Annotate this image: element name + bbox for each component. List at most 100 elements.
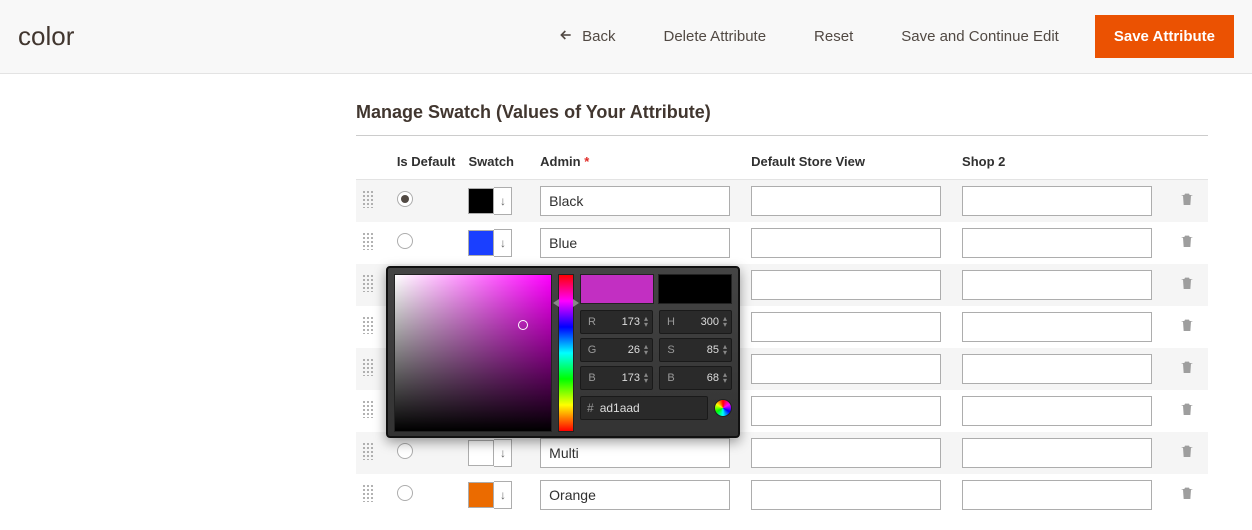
default-store-view-input[interactable] (751, 396, 941, 426)
drag-handle-icon[interactable] (362, 484, 374, 502)
save-continue-button[interactable]: Save and Continue Edit (889, 20, 1071, 53)
swatch-dropdown-toggle[interactable]: ↓ (494, 439, 512, 467)
swatch-dropdown-toggle[interactable]: ↓ (494, 187, 512, 215)
trash-icon[interactable] (1179, 401, 1195, 417)
spinner-icon[interactable]: ▴▾ (644, 344, 648, 356)
drag-handle-icon[interactable] (362, 232, 374, 250)
shop2-input[interactable] (962, 438, 1152, 468)
spinner-icon[interactable]: ▴▾ (723, 372, 727, 384)
shop2-input[interactable] (962, 354, 1152, 384)
is-default-radio[interactable] (397, 233, 413, 249)
drag-handle-icon[interactable] (362, 400, 374, 418)
trash-icon[interactable] (1179, 275, 1195, 291)
shop2-input[interactable] (962, 480, 1152, 510)
color-wheel-icon[interactable] (714, 399, 732, 417)
color-s-value: 85 (682, 344, 719, 356)
hue-arrow-right-icon (573, 299, 579, 307)
back-button[interactable]: Back (546, 19, 627, 55)
swatch-color[interactable] (468, 188, 494, 214)
trash-icon[interactable] (1179, 317, 1195, 333)
color-h-value: 300 (682, 316, 719, 328)
table-row: ↓ (356, 222, 1208, 264)
table-row: ↓ (356, 180, 1208, 223)
color-hex-value: ad1aad (600, 401, 701, 415)
shop2-input[interactable] (962, 186, 1152, 216)
default-store-view-input[interactable] (751, 312, 941, 342)
shop2-input[interactable] (962, 228, 1152, 258)
color-b-field[interactable]: B173▴▾ (580, 366, 653, 390)
default-store-view-input[interactable] (751, 480, 941, 510)
swatch-color[interactable] (468, 230, 494, 256)
trash-icon[interactable] (1179, 191, 1195, 207)
color-g-value: 26 (603, 344, 640, 356)
drag-handle-icon[interactable] (362, 358, 374, 376)
color-r-value: 173 (603, 316, 640, 328)
delete-attribute-button[interactable]: Delete Attribute (651, 20, 778, 53)
default-store-view-input[interactable] (751, 438, 941, 468)
color-g-field[interactable]: G26▴▾ (580, 338, 653, 362)
drag-handle-icon[interactable] (362, 274, 374, 292)
admin-input[interactable] (540, 480, 730, 510)
required-mark: * (584, 154, 589, 169)
col-swatch: Swatch (462, 136, 534, 180)
arrow-down-icon: ↓ (500, 236, 506, 250)
trash-icon[interactable] (1179, 485, 1195, 501)
save-attribute-label: Save Attribute (1114, 28, 1215, 45)
is-default-radio[interactable] (397, 191, 413, 207)
admin-input[interactable] (540, 186, 730, 216)
is-default-radio[interactable] (397, 485, 413, 501)
delete-attribute-label: Delete Attribute (663, 28, 766, 45)
color-b-value: 173 (603, 372, 640, 384)
default-store-view-input[interactable] (751, 270, 941, 300)
shop2-input[interactable] (962, 312, 1152, 342)
color-br-value: 68 (682, 372, 719, 384)
color-picker[interactable]: R173▴▾ H300▴▾ G26▴▾ S85▴▾ B173▴▾ B68▴▾ #… (386, 266, 740, 438)
is-default-radio[interactable] (397, 443, 413, 459)
swatch-color[interactable] (468, 482, 494, 508)
col-admin: Admin * (534, 136, 745, 180)
shop2-input[interactable] (962, 270, 1152, 300)
trash-icon[interactable] (1179, 359, 1195, 375)
col-shop2: Shop 2 (956, 136, 1167, 180)
arrow-down-icon: ↓ (500, 488, 506, 502)
default-store-view-input[interactable] (751, 186, 941, 216)
drag-handle-icon[interactable] (362, 190, 374, 208)
color-s-field[interactable]: S85▴▾ (659, 338, 732, 362)
trash-icon[interactable] (1179, 233, 1195, 249)
table-row: ↓ (356, 432, 1208, 474)
arrow-down-icon: ↓ (500, 194, 506, 208)
color-preview-old (658, 274, 732, 304)
color-picker-hue-slider[interactable] (558, 274, 574, 432)
col-is-default: Is Default (391, 136, 463, 180)
arrow-left-icon (558, 27, 574, 47)
reset-label: Reset (814, 28, 853, 45)
shop2-input[interactable] (962, 396, 1152, 426)
color-hex-field[interactable]: # ad1aad (580, 396, 708, 420)
hue-arrow-left-icon (553, 299, 559, 307)
color-r-field[interactable]: R173▴▾ (580, 310, 653, 334)
table-row: ↓ (356, 474, 1208, 516)
swatch-dropdown-toggle[interactable]: ↓ (494, 229, 512, 257)
section-title: Manage Swatch (Values of Your Attribute) (356, 102, 1208, 136)
color-h-field[interactable]: H300▴▾ (659, 310, 732, 334)
default-store-view-input[interactable] (751, 228, 941, 258)
admin-input[interactable] (540, 438, 730, 468)
drag-handle-icon[interactable] (362, 442, 374, 460)
color-picker-cursor[interactable] (518, 320, 528, 330)
default-store-view-input[interactable] (751, 354, 941, 384)
back-button-label: Back (582, 28, 615, 45)
trash-icon[interactable] (1179, 443, 1195, 459)
col-admin-label: Admin (540, 154, 580, 169)
reset-button[interactable]: Reset (802, 20, 865, 53)
swatch-dropdown-toggle[interactable]: ↓ (494, 481, 512, 509)
save-attribute-button[interactable]: Save Attribute (1095, 15, 1234, 58)
drag-handle-icon[interactable] (362, 316, 374, 334)
spinner-icon[interactable]: ▴▾ (644, 316, 648, 328)
color-picker-sv-canvas[interactable] (394, 274, 552, 432)
admin-input[interactable] (540, 228, 730, 258)
spinner-icon[interactable]: ▴▾ (723, 316, 727, 328)
swatch-color[interactable] (468, 440, 494, 466)
spinner-icon[interactable]: ▴▾ (723, 344, 727, 356)
spinner-icon[interactable]: ▴▾ (644, 372, 648, 384)
color-br-field[interactable]: B68▴▾ (659, 366, 732, 390)
